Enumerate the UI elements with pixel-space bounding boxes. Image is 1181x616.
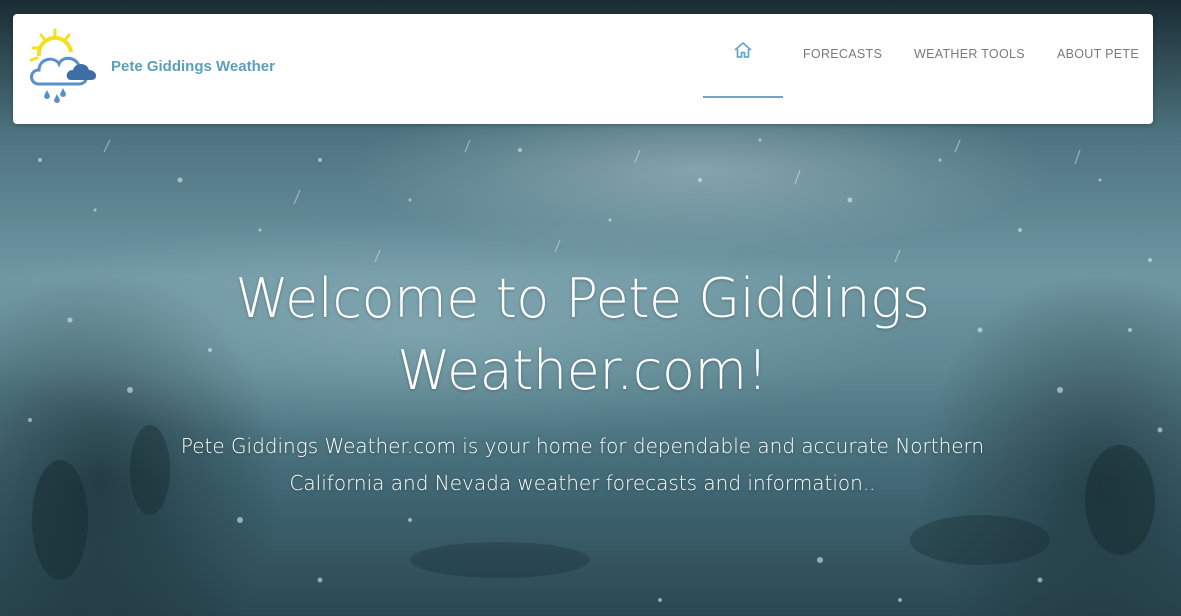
- nav-weather-tools[interactable]: WEATHER TOOLS: [914, 47, 1025, 61]
- home-icon: [734, 42, 752, 58]
- nav-about-pete[interactable]: ABOUT PETE: [1057, 47, 1139, 61]
- top-navbar: Pete Giddings Weather FORECASTS WEATHER …: [13, 14, 1153, 124]
- hero-subheadline: Pete Giddings Weather.com is your home f…: [180, 434, 985, 495]
- nav-forecasts[interactable]: FORECASTS: [803, 47, 882, 61]
- nav-home-tab[interactable]: [703, 14, 783, 98]
- brand-name[interactable]: Pete Giddings Weather: [111, 58, 275, 75]
- hero-headline: Welcome to Pete Giddings Weather.com!: [235, 267, 930, 402]
- sun-cloud-rain-icon[interactable]: [27, 28, 101, 112]
